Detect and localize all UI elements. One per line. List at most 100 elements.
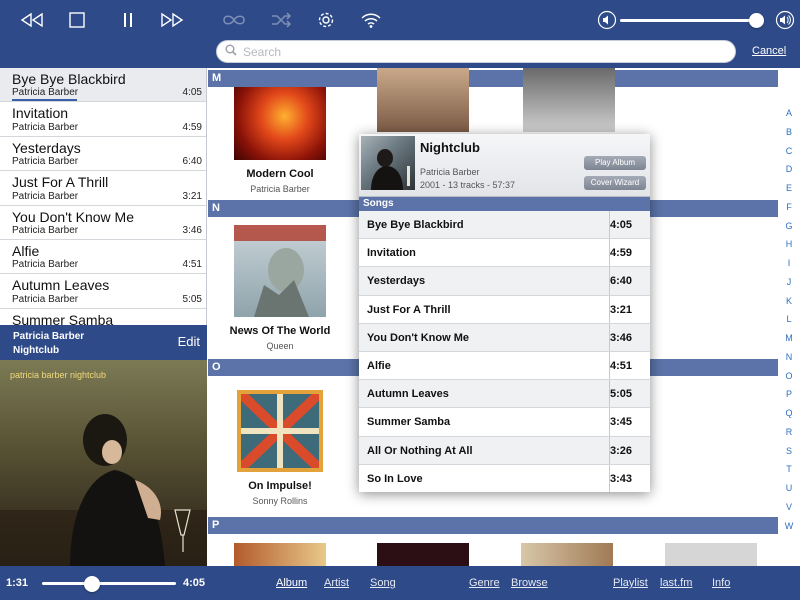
nav-browse[interactable]: Browse	[511, 577, 548, 589]
queue-row[interactable]: Alfie Patricia Barber 4:51	[0, 240, 206, 275]
play-album-button[interactable]: Play Album	[584, 156, 646, 170]
alphabet-letter[interactable]: T	[778, 464, 800, 474]
elapsed-time: 1:31	[6, 577, 29, 589]
alphabet-letter[interactable]: G	[778, 221, 800, 231]
gear-icon[interactable]	[312, 8, 340, 32]
alphabet-letter[interactable]: V	[778, 502, 800, 512]
rewind-icon[interactable]	[18, 8, 46, 32]
shuffle-icon[interactable]	[267, 8, 295, 32]
alphabet-letter[interactable]: Q	[778, 408, 800, 418]
album-title: On Impulse!	[248, 480, 312, 492]
volume-slider[interactable]	[620, 13, 764, 28]
album-cover[interactable]	[521, 543, 613, 566]
popup-song-row[interactable]: You Don't Know Me 3:46	[359, 323, 650, 352]
wifi-icon[interactable]	[357, 8, 385, 32]
alphabet-letter[interactable]: N	[778, 352, 800, 362]
queue-track-title: Bye Bye Blackbird	[12, 71, 126, 87]
queue-row[interactable]: Invitation Patricia Barber 4:59	[0, 102, 206, 137]
alphabet-letter[interactable]: K	[778, 296, 800, 306]
alphabet-letter[interactable]: C	[778, 146, 800, 156]
alphabet-letter[interactable]: L	[778, 314, 800, 324]
popup-album-title: Nightclub	[420, 140, 480, 155]
alphabet-letter[interactable]: H	[778, 239, 800, 249]
nav-info[interactable]: Info	[712, 577, 730, 589]
album-tile[interactable]: Modern Cool Patricia Barber	[215, 87, 345, 194]
nav-genre[interactable]: Genre	[469, 577, 500, 589]
alphabet-letter[interactable]: E	[778, 183, 800, 193]
album-detail-popup: Nightclub Patricia Barber 2001 - 13 trac…	[359, 134, 650, 492]
alphabet-letter[interactable]: M	[778, 333, 800, 343]
songs-heading: Songs	[359, 197, 650, 211]
popup-song-row[interactable]: Yesterdays 6:40	[359, 267, 650, 296]
album-cover[interactable]	[234, 87, 326, 160]
cover-art-image	[234, 225, 326, 317]
queue-track-title: Invitation	[12, 105, 69, 122]
queue-row[interactable]: You Don't Know Me Patricia Barber 3:46	[0, 206, 206, 240]
album-cover[interactable]	[523, 68, 615, 132]
search-input[interactable]	[243, 44, 723, 59]
popup-song-row[interactable]: So In Love 3:43	[359, 464, 650, 492]
popup-song-row[interactable]: Autumn Leaves 5:05	[359, 380, 650, 409]
album-cover[interactable]	[377, 543, 469, 566]
alphabet-letter[interactable]: R	[778, 427, 800, 437]
fast-forward-icon[interactable]	[158, 8, 186, 32]
queue-row[interactable]: Autumn Leaves Patricia Barber 5:05	[0, 274, 206, 309]
volume-slider-knob[interactable]	[749, 13, 764, 28]
album-cover[interactable]	[665, 543, 757, 566]
nav-artist[interactable]: Artist	[324, 577, 349, 589]
alphabet-letter[interactable]: A	[778, 108, 800, 118]
alphabet-letter[interactable]: S	[778, 446, 800, 456]
cancel-button[interactable]: Cancel	[752, 45, 786, 57]
queue-row[interactable]: Bye Bye Blackbird Patricia Barber 4:05	[0, 68, 206, 103]
alphabet-letter[interactable]: I	[778, 258, 800, 268]
nav-lastfm[interactable]: last.fm	[660, 577, 692, 589]
popup-song-row[interactable]: Alfie 4:51	[359, 351, 650, 381]
popup-song-title: Summer Samba	[367, 416, 451, 429]
queue-track-title: Yesterdays	[12, 139, 81, 156]
now-playing-header: Patricia Barber Nightclub Edit	[0, 325, 207, 360]
alphabet-letter[interactable]: W	[778, 521, 800, 531]
popup-song-row[interactable]: Just For A Thrill 3:21	[359, 295, 650, 324]
nav-song[interactable]: Song	[370, 577, 396, 589]
seek-slider[interactable]	[42, 576, 176, 592]
album-cover[interactable]	[377, 68, 469, 132]
album-cover[interactable]	[234, 543, 326, 566]
queue-row[interactable]: Just For A Thrill Patricia Barber 3:21	[0, 171, 206, 206]
alphabet-letter[interactable]: D	[778, 164, 800, 174]
popup-song-row[interactable]: Summer Samba 3:45	[359, 408, 650, 437]
album-cover[interactable]	[234, 225, 326, 317]
alphabet-index[interactable]: ABCDEFGHIJKLMNOPQRSTUVW	[778, 68, 800, 566]
album-tile[interactable]: On Impulse! Sonny Rollins	[215, 390, 345, 506]
search-box[interactable]	[216, 40, 736, 63]
repeat-icon[interactable]	[220, 8, 248, 32]
queue-row[interactable]: Yesterdays Patricia Barber 6:40	[0, 137, 206, 172]
queue-track-duration: 4:59	[182, 121, 202, 133]
popup-song-row[interactable]: Bye Bye Blackbird 4:05	[359, 211, 650, 240]
popup-song-row[interactable]: Invitation 4:59	[359, 239, 650, 268]
queue-row[interactable]: Summer Samba	[0, 309, 206, 325]
alphabet-letter[interactable]: J	[778, 277, 800, 287]
now-playing-cover-art[interactable]: patricia barber nightclub	[0, 360, 207, 566]
seek-slider-knob[interactable]	[83, 576, 100, 592]
pause-icon[interactable]	[114, 8, 142, 32]
alphabet-letter[interactable]: P	[778, 389, 800, 399]
alphabet-letter[interactable]: U	[778, 483, 800, 493]
alphabet-letter[interactable]: F	[778, 202, 800, 212]
nav-playlist[interactable]: Playlist	[613, 577, 648, 589]
album-tile[interactable]: News Of The World Queen	[215, 225, 345, 351]
nav-album[interactable]: Album	[276, 577, 307, 589]
album-cover[interactable]	[237, 390, 323, 472]
queue-track-duration: 5:05	[182, 293, 202, 305]
queue-track-artist: Patricia Barber	[12, 156, 79, 168]
edit-button[interactable]: Edit	[178, 334, 200, 349]
volume-low-icon[interactable]	[593, 8, 621, 32]
cover-wizard-button[interactable]: Cover Wizard	[584, 176, 646, 190]
popup-song-title: All Or Nothing At All	[367, 444, 473, 457]
popup-song-row[interactable]: All Or Nothing At All 3:26	[359, 436, 650, 465]
volume-high-icon[interactable]	[771, 8, 799, 32]
popup-song-title: Autumn Leaves	[367, 388, 449, 401]
stop-icon[interactable]	[63, 8, 91, 32]
alphabet-letter[interactable]: B	[778, 127, 800, 137]
popup-song-title: You Don't Know Me	[367, 331, 470, 344]
alphabet-letter[interactable]: O	[778, 371, 800, 381]
